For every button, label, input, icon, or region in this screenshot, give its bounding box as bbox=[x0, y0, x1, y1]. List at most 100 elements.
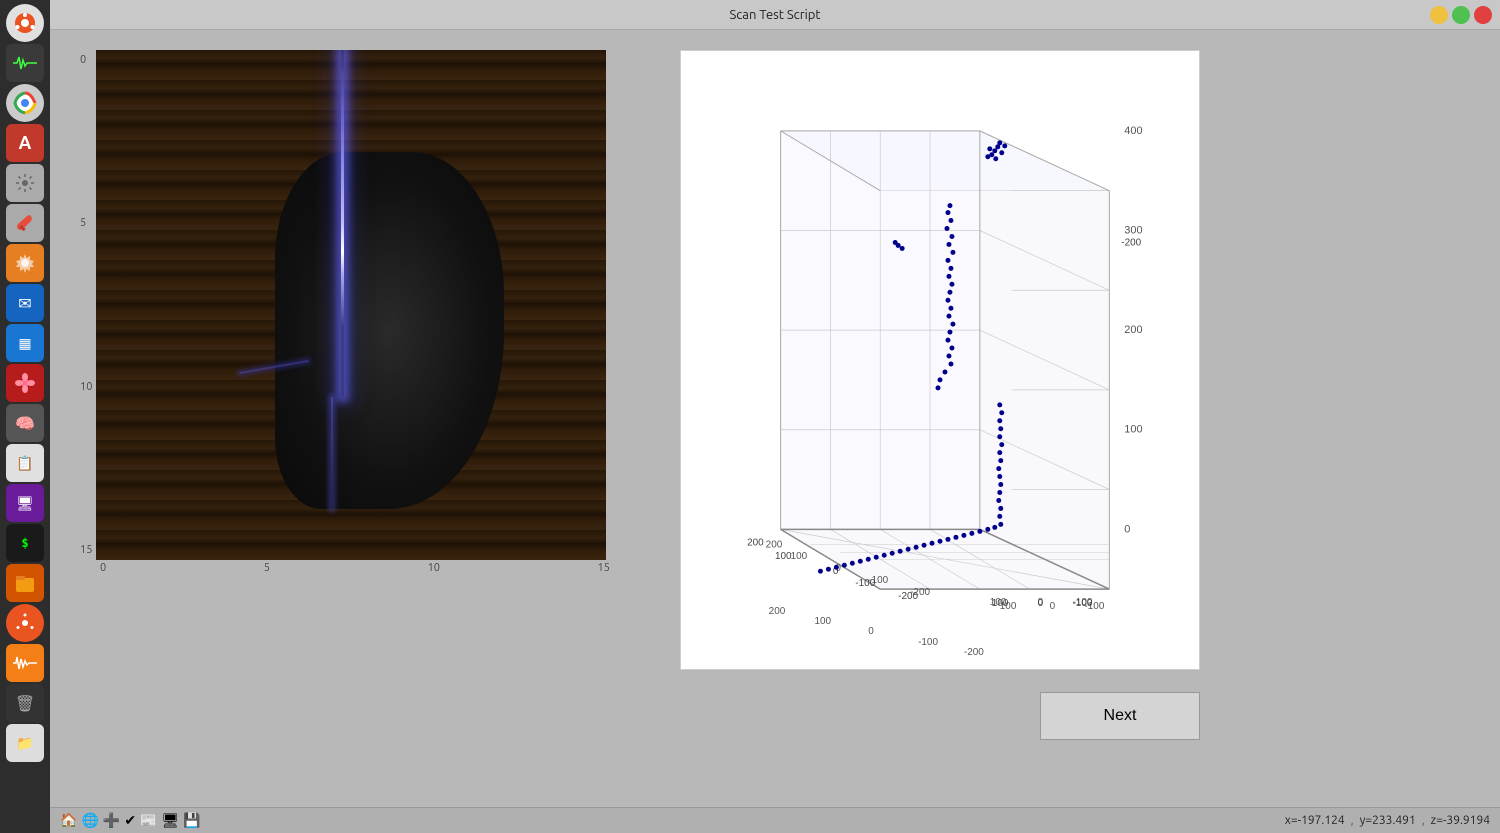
data-point bbox=[945, 258, 950, 263]
x-axis-neg100-left: -100 bbox=[918, 637, 938, 648]
clipboard-icon[interactable]: 📋 bbox=[6, 444, 44, 482]
x-axis-0-left: 0 bbox=[868, 626, 874, 637]
chrome-icon[interactable] bbox=[6, 84, 44, 122]
x-coord-label: x=-197.124 bbox=[1285, 814, 1345, 827]
data-point bbox=[996, 498, 1001, 503]
x-label-5: 5 bbox=[264, 562, 270, 574]
taskbar-home[interactable]: 🏠 bbox=[60, 812, 77, 829]
data-point bbox=[834, 565, 839, 570]
data-point bbox=[999, 150, 1004, 155]
separator1: , bbox=[1351, 814, 1354, 827]
y-label-0: 0 bbox=[80, 54, 92, 66]
taskbar-globe[interactable]: 🌐 bbox=[81, 812, 98, 829]
camera-y-axis: 0 5 10 15 bbox=[80, 50, 92, 560]
sidebar: A ✉ ▦ 🧠 📋 🖥 $ 🗑 📁 bbox=[0, 0, 50, 833]
data-point bbox=[969, 531, 974, 536]
wrench-icon[interactable] bbox=[6, 204, 44, 242]
data-point bbox=[999, 410, 1004, 415]
data-point bbox=[948, 218, 953, 223]
z-axis-0: 0 bbox=[1050, 601, 1056, 612]
data-point bbox=[998, 522, 1003, 527]
data-point bbox=[947, 330, 952, 335]
data-point bbox=[949, 282, 954, 287]
data-point bbox=[890, 551, 895, 556]
ubuntu-logo-icon[interactable] bbox=[6, 604, 44, 642]
waveform-icon[interactable] bbox=[6, 644, 44, 682]
data-point bbox=[948, 266, 953, 271]
separator2: , bbox=[1422, 814, 1425, 827]
data-point bbox=[930, 541, 935, 546]
data-point bbox=[906, 547, 911, 552]
data-point bbox=[998, 506, 1003, 511]
data-point bbox=[1002, 143, 1007, 148]
trash-icon[interactable]: 🗑 bbox=[6, 684, 44, 722]
taskbar-files-icon[interactable]: 📁 bbox=[6, 724, 44, 762]
data-point bbox=[945, 338, 950, 343]
flower-icon[interactable] bbox=[6, 364, 44, 402]
data-point bbox=[987, 146, 992, 151]
window-controls bbox=[1430, 6, 1492, 24]
data-point bbox=[938, 539, 943, 544]
x-axis-100: 100 bbox=[814, 616, 831, 627]
x-axis-200: 200 bbox=[769, 606, 786, 617]
data-point bbox=[946, 274, 951, 279]
data-point bbox=[946, 314, 951, 319]
nautilus-icon[interactable] bbox=[6, 564, 44, 602]
data-point bbox=[945, 537, 950, 542]
spreadsheet-icon[interactable]: ▦ bbox=[6, 324, 44, 362]
bottom-neg200: -200 bbox=[898, 591, 918, 602]
activity-icon[interactable] bbox=[6, 44, 44, 82]
taskbar-news[interactable]: 📰 bbox=[140, 812, 157, 829]
data-point bbox=[945, 210, 950, 215]
bottom-200: 200 bbox=[747, 537, 764, 548]
page-wrapper: A ✉ ▦ 🧠 📋 🖥 $ 🗑 📁 bbox=[0, 0, 1500, 833]
axis-label-x2: 100 bbox=[791, 551, 808, 562]
data-point bbox=[947, 290, 952, 295]
data-point bbox=[998, 482, 1003, 487]
y-axis-0: 0 bbox=[1124, 523, 1130, 535]
x-axis-neg200-left: -200 bbox=[964, 647, 984, 658]
mail-icon[interactable]: ✉ bbox=[6, 284, 44, 322]
data-point bbox=[818, 569, 823, 574]
data-point bbox=[882, 553, 887, 558]
axis-label-x: 200 bbox=[766, 539, 783, 550]
terminal-icon[interactable]: $ bbox=[6, 524, 44, 562]
data-point bbox=[997, 402, 1002, 407]
data-point bbox=[997, 450, 1002, 455]
data-point bbox=[985, 154, 990, 159]
orange-gear-icon[interactable] bbox=[6, 244, 44, 282]
x-label-15: 15 bbox=[598, 562, 610, 574]
z-coord-label: z=-39.9194 bbox=[1431, 814, 1490, 827]
x-label-10: 10 bbox=[428, 562, 440, 574]
data-point bbox=[993, 156, 998, 161]
taskbar-save[interactable]: 💾 bbox=[183, 812, 200, 829]
data-point bbox=[900, 246, 905, 251]
display-icon[interactable]: 🖥 bbox=[6, 484, 44, 522]
camera-x-axis: 0 5 10 15 bbox=[100, 562, 610, 574]
main-wrapper: Scan Test Script 0 5 10 15 bbox=[50, 0, 1500, 833]
data-point bbox=[874, 555, 879, 560]
data-point bbox=[945, 298, 950, 303]
brain-icon[interactable]: 🧠 bbox=[6, 404, 44, 442]
taskbar-plus[interactable]: ➕ bbox=[103, 812, 120, 829]
data-point bbox=[997, 418, 1002, 423]
y-axis-200: 200 bbox=[1124, 324, 1142, 336]
z-neg100: -100 bbox=[1072, 598, 1092, 609]
maximize-button[interactable] bbox=[1452, 6, 1470, 24]
settings-icon[interactable] bbox=[6, 164, 44, 202]
z-100: 100 bbox=[992, 598, 1009, 609]
taskbar-display[interactable]: 🖥 bbox=[161, 812, 179, 829]
y-axis-100: 100 bbox=[1124, 424, 1142, 436]
status-bar: 🏠 🌐 ➕ ✔ 📰 🖥 💾 x=-197.124 , y=233.491 , z… bbox=[50, 807, 1500, 833]
data-point bbox=[950, 250, 955, 255]
minimize-button[interactable] bbox=[1430, 6, 1448, 24]
taskbar-check[interactable]: ✔ bbox=[124, 812, 136, 829]
scatter-svg: 400 300 200 100 0 200 100 0 -100 -200 10… bbox=[681, 51, 1199, 669]
next-button[interactable]: Next bbox=[1040, 692, 1200, 740]
ubuntu-system-icon[interactable] bbox=[6, 4, 44, 42]
close-button[interactable] bbox=[1474, 6, 1492, 24]
data-point bbox=[997, 490, 1002, 495]
y-axis-400: 400 bbox=[1124, 125, 1142, 137]
data-point bbox=[946, 242, 951, 247]
font-manager-icon[interactable]: A bbox=[6, 124, 44, 162]
